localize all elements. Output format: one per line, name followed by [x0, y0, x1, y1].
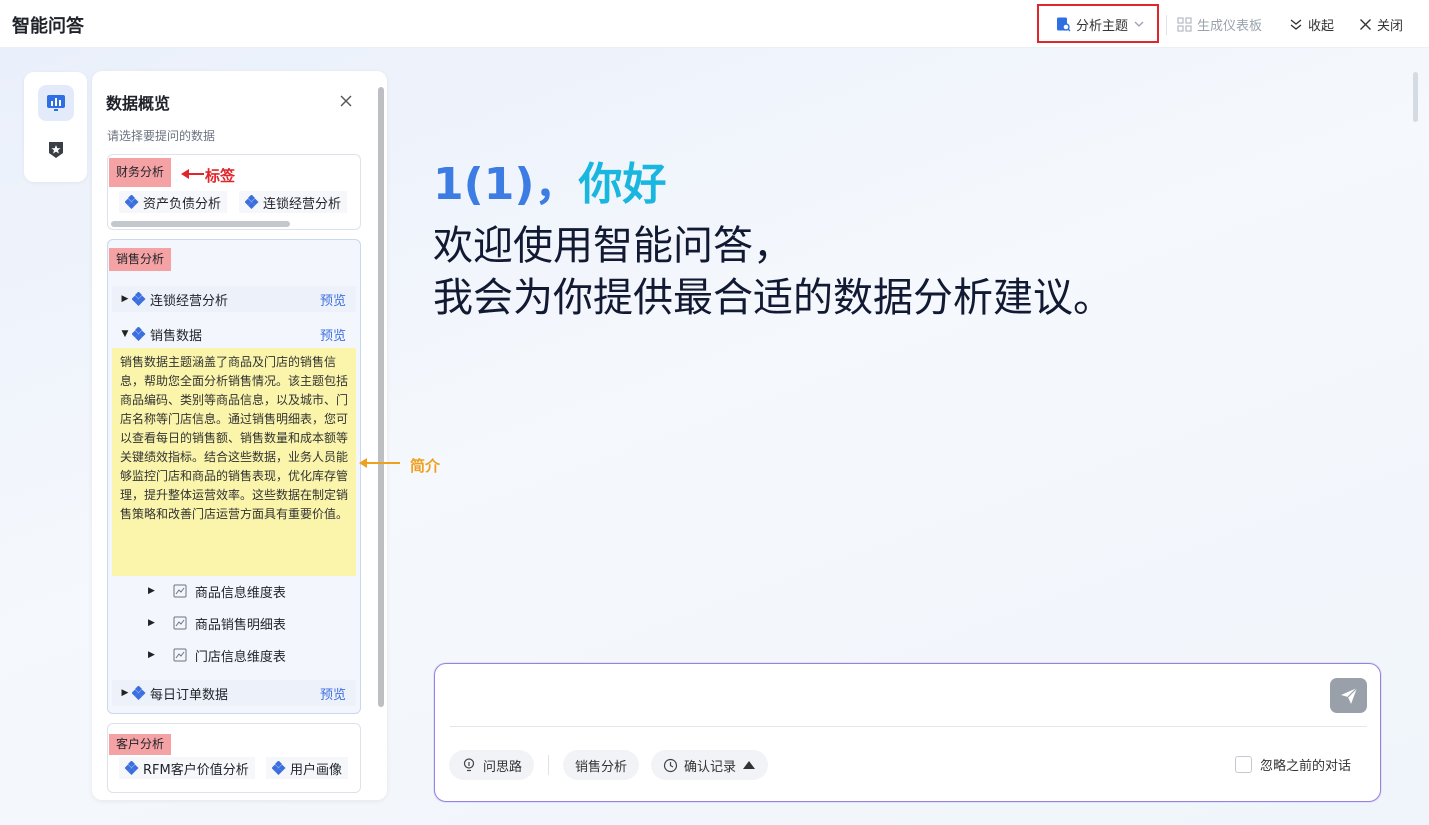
- chip-label: 用户画像: [290, 762, 343, 778]
- pill-divider: [548, 755, 549, 775]
- greeting-headline: 1(1)，你好: [433, 148, 666, 212]
- panel-scrollbar[interactable]: [378, 87, 384, 707]
- expand-arrow-icon[interactable]: ▶: [148, 650, 155, 660]
- top-bar: 智能问答 分析主题 生成仪表板 收起 关闭: [0, 0, 1429, 48]
- topic-chip[interactable]: 用户画像: [266, 757, 349, 779]
- close-icon: [1360, 18, 1371, 30]
- card-tag: 财务分析: [109, 158, 172, 187]
- topic-row-label: 连锁经营分析: [150, 293, 229, 309]
- table-row[interactable]: ▶ 门店信息维度表: [148, 644, 286, 666]
- table-row[interactable]: ▶ 商品销售明细表: [148, 612, 286, 634]
- question-input[interactable]: [450, 680, 1310, 716]
- table-label: 门店信息维度表: [194, 649, 286, 665]
- annotation-arrow-orange: [359, 458, 400, 468]
- table-chart-icon: [173, 616, 187, 630]
- app-title: 智能问答: [12, 16, 84, 37]
- generate-dashboard-button[interactable]: 生成仪表板: [1177, 11, 1262, 37]
- annotation-arrow-red: [181, 169, 204, 179]
- close-label: 关闭: [1377, 18, 1404, 34]
- preview-link[interactable]: 预览: [320, 684, 346, 703]
- topic-chip[interactable]: RFM客户价值分析: [119, 757, 255, 779]
- table-label: 商品销售明细表: [194, 617, 286, 633]
- data-overview-tab[interactable]: [38, 85, 74, 121]
- expand-arrow-icon[interactable]: ▶: [118, 294, 132, 304]
- card-tag: 客户分析: [109, 734, 172, 755]
- hello-text: 你好: [578, 159, 667, 210]
- table-chart-icon: [173, 648, 187, 662]
- expand-arrow-icon[interactable]: ▶: [118, 688, 132, 698]
- topic-row[interactable]: ▶ 每日订单数据 预览: [112, 680, 356, 706]
- card-tag: 销售分析: [109, 248, 172, 271]
- diamond-icon: [132, 327, 146, 341]
- send-icon: [1340, 687, 1357, 704]
- input-divider: [450, 726, 1367, 727]
- topic-description: 销售数据主题涵盖了商品及门店的销售信息，帮助您全面分析销售情况。该主题包括商品编…: [112, 348, 356, 576]
- think-label: 问思路: [483, 759, 523, 775]
- toolbar-divider: [1166, 15, 1167, 35]
- bar-chart-icon: [47, 95, 65, 111]
- ignore-history-label: 忽略之前的对话: [1260, 759, 1352, 774]
- caret-up-icon: [743, 761, 756, 769]
- expand-arrow-icon[interactable]: ▶: [148, 586, 155, 596]
- main-scrollbar[interactable]: [1413, 72, 1418, 122]
- table-chart-icon: [173, 584, 187, 598]
- history-label: 确认记录: [684, 759, 737, 775]
- topic-chip[interactable]: 资产负债分析: [119, 191, 228, 213]
- collapse-button[interactable]: 收起: [1289, 11, 1334, 37]
- welcome-text: 欢迎使用智能问答， 我会为你提供最合适的数据分析建议。: [433, 220, 1113, 324]
- topic-chip[interactable]: 连锁经营分析: [239, 191, 348, 213]
- data-overview-panel: 数据概览 请选择要提问的数据 财务分析 资产负债分析 连锁经营分析 销售分析 ▶…: [92, 71, 387, 800]
- panel-close-icon[interactable]: [338, 93, 354, 109]
- sales-card[interactable]: 销售分析 ▶ 连锁经营分析 预览 ▼ 销售数据 预览 销售数据主题涵盖了商品及门…: [107, 239, 361, 714]
- highlight-box: [1037, 4, 1159, 43]
- send-button[interactable]: [1330, 678, 1367, 713]
- chip-label: 连锁经营分析: [263, 196, 342, 212]
- double-chevron-down-icon: [1290, 19, 1302, 30]
- collapse-label: 收起: [1308, 18, 1335, 34]
- generate-dashboard-label: 生成仪表板: [1197, 18, 1263, 34]
- diamond-icon: [132, 686, 146, 700]
- chip-label: 资产负债分析: [143, 196, 222, 212]
- favorites-tab[interactable]: [38, 132, 74, 168]
- dashboard-icon: [1177, 16, 1192, 32]
- chip-label: RFM客户价值分析: [143, 762, 249, 778]
- diamond-icon: [245, 195, 259, 209]
- diamond-icon: [272, 761, 286, 775]
- clock-icon: [663, 758, 678, 772]
- topic-row-label: 每日订单数据: [150, 687, 229, 703]
- close-button[interactable]: 关闭: [1359, 11, 1403, 37]
- user-name: 1(1)，: [433, 159, 579, 210]
- preview-link[interactable]: 预览: [320, 325, 346, 344]
- table-row[interactable]: ▶ 商品信息维度表: [148, 580, 286, 602]
- think-button[interactable]: 问思路: [449, 750, 535, 780]
- expand-arrow-icon[interactable]: ▶: [148, 618, 155, 628]
- bulb-icon: [463, 758, 475, 772]
- tag-annotation: 标签: [205, 167, 236, 185]
- description-annotation: 简介: [410, 457, 441, 475]
- question-input-box[interactable]: 问思路 销售分析 确认记录 忽略之前的对话: [434, 663, 1381, 802]
- preview-link[interactable]: 预览: [320, 290, 346, 309]
- diamond-icon: [125, 761, 139, 775]
- history-button[interactable]: 确认记录: [651, 750, 769, 780]
- topic-select-label: 销售分析: [575, 759, 628, 775]
- welcome-line-1: 欢迎使用智能问答，: [433, 223, 793, 269]
- topic-row[interactable]: ▶ 连锁经营分析 预览: [112, 286, 356, 312]
- ignore-history-toggle[interactable]: 忽略之前的对话: [1235, 755, 1351, 774]
- panel-title: 数据概览: [106, 94, 171, 113]
- customer-card[interactable]: 客户分析 RFM客户价值分析 用户画像: [107, 723, 361, 793]
- panel-subtitle: 请选择要提问的数据: [107, 129, 216, 143]
- topic-select-button[interactable]: 销售分析: [563, 750, 640, 780]
- diamond-icon: [132, 292, 146, 306]
- welcome-line-2: 我会为你提供最合适的数据分析建议。: [433, 275, 1113, 321]
- collapse-arrow-icon[interactable]: ▼: [118, 329, 132, 339]
- card-hscrollbar[interactable]: [111, 221, 290, 227]
- diamond-icon: [125, 195, 139, 209]
- table-label: 商品信息维度表: [194, 585, 286, 601]
- ignore-history-checkbox[interactable]: [1235, 756, 1252, 773]
- icon-rail: [24, 72, 87, 182]
- topic-row-label: 销售数据: [150, 328, 203, 344]
- star-shield-icon: [49, 142, 63, 158]
- topic-row[interactable]: ▼ 销售数据 预览: [112, 321, 356, 347]
